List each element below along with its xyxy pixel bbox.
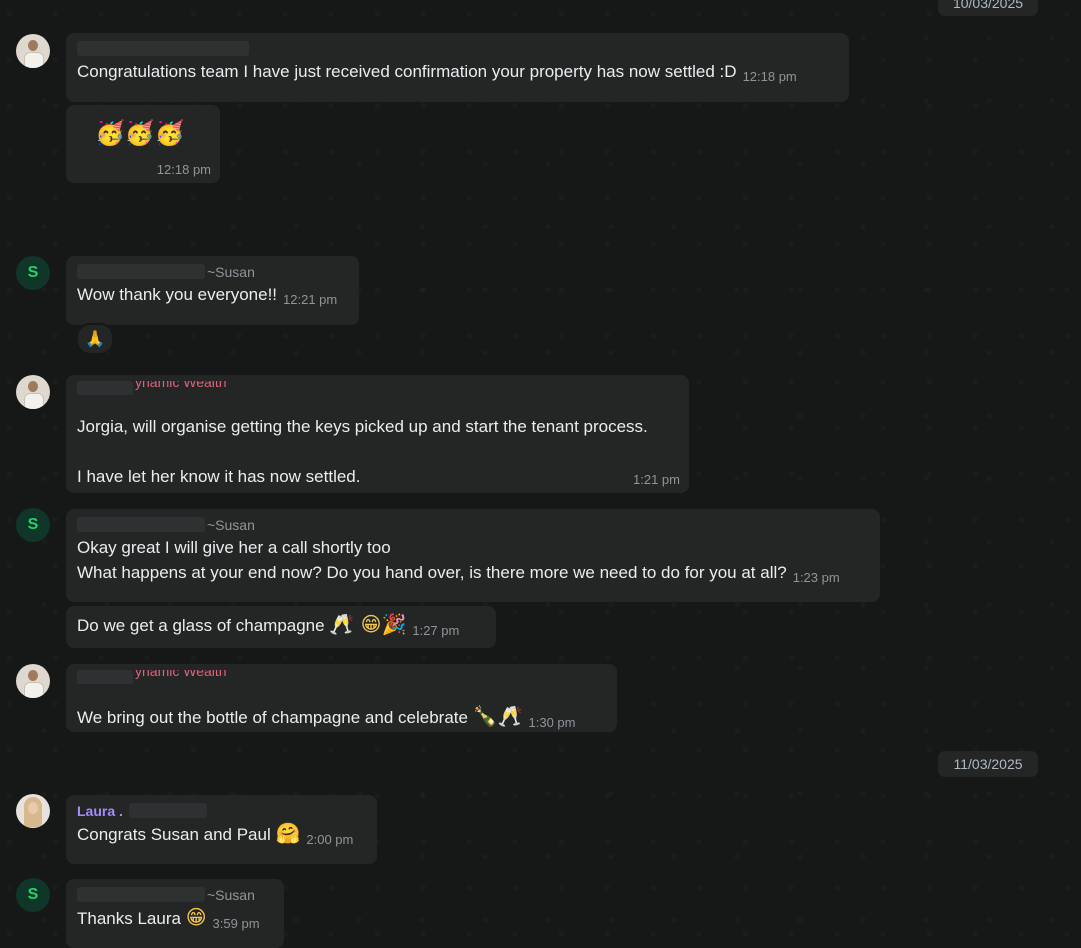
date-separator-top: 10/03/2025	[938, 0, 1038, 16]
redacted-sender-phone	[77, 887, 205, 902]
sender-name-fragment: ynamic Wealth	[135, 381, 227, 390]
message-text-line-1: Okay great I will give her a call shortl…	[77, 538, 391, 557]
sender-row: ~Susan	[77, 885, 275, 905]
sender-avatar[interactable]	[16, 375, 50, 409]
redacted-sender-name	[77, 670, 133, 684]
message-bubble-m9[interactable]: ~Susan Thanks Laura 😁 3:59 pm	[66, 879, 284, 948]
message-time: 12:18 pm	[742, 69, 797, 84]
message-time: 12:18 pm	[156, 162, 211, 177]
message-bubble-m6[interactable]: Do we get a glass of champagne 🥂 😁🎉 1:27 …	[66, 606, 496, 648]
date-separator: 11/03/2025	[938, 751, 1038, 777]
sender-name: ~Susan	[207, 517, 255, 533]
redacted-sender-surname	[129, 803, 207, 818]
message-text: Wow thank you everyone!! 12:21 pm	[77, 285, 338, 307]
message-text: Thanks Laura 😁 3:59 pm	[77, 905, 260, 931]
sender-name-fragment: ynamic Wealth	[135, 670, 227, 679]
redacted-sender-name	[77, 381, 133, 395]
sender-avatar-s[interactable]: S	[16, 256, 50, 290]
sender-avatar-laura[interactable]	[16, 794, 50, 828]
message-bubble-m7[interactable]: ynamic Wealth We bring out the bottle of…	[66, 664, 617, 732]
avatar-head	[28, 381, 38, 392]
message-time: 1:30 pm	[528, 715, 576, 730]
message-bubble-m2[interactable]: 🥳🥳🥳 12:18 pm	[66, 105, 220, 183]
sender-row: ~Susan	[77, 262, 350, 282]
sender-avatar-s[interactable]: S	[16, 878, 50, 912]
emoji-row: 🥳🥳🥳	[77, 111, 211, 147]
avatar-body	[24, 393, 44, 409]
sender-row: ynamic Wealth	[77, 381, 680, 395]
pray-emoji: 🙏	[85, 329, 105, 348]
champagne-emoji: 🥂 😁🎉	[329, 612, 407, 636]
message-time: 3:59 pm	[212, 916, 260, 931]
sender-avatar[interactable]	[16, 664, 50, 698]
redacted-sender-name	[77, 41, 249, 56]
message-time: 1:21 pm	[633, 472, 680, 487]
message-text-line-1: Jorgia, will organise getting the keys p…	[77, 417, 648, 436]
avatar-head	[28, 40, 38, 51]
sender-avatar[interactable]	[16, 34, 50, 68]
message-bubble-m1[interactable]: Congratulations team I have just receive…	[66, 33, 849, 102]
sender-row: ynamic Wealth	[77, 670, 608, 684]
message-time: 1:27 pm	[412, 623, 460, 638]
hug-emoji: 🤗	[275, 821, 301, 845]
message-bubble-m5[interactable]: ~Susan Okay great I will give her a call…	[66, 509, 880, 602]
message-bubble-m8[interactable]: Laura . Congrats Susan and Paul 🤗 2:00 pm	[66, 795, 377, 864]
reaction-badge[interactable]: 🙏	[76, 323, 114, 355]
message-text: Congrats Susan and Paul 🤗 2:00 pm	[77, 821, 354, 847]
sender-name[interactable]: Laura .	[77, 803, 123, 819]
avatar-face	[28, 802, 38, 814]
bottle-emoji: 🍾🥂	[472, 704, 523, 728]
message-bubble-m3[interactable]: ~Susan Wow thank you everyone!! 12:21 pm	[66, 256, 359, 325]
grin-emoji: 😁	[185, 905, 207, 929]
message-time: 12:21 pm	[283, 292, 338, 307]
sender-row	[77, 39, 840, 59]
sender-row: Laura .	[77, 801, 368, 821]
redacted-sender-phone	[77, 517, 205, 532]
message-text: Congratulations team I have just receive…	[77, 62, 797, 84]
message-text-line-2: What happens at your end now? Do you han…	[77, 563, 840, 585]
message-time: 2:00 pm	[306, 832, 354, 847]
redacted-sender-phone	[77, 264, 205, 279]
avatar-head	[28, 670, 38, 681]
message-text: We bring out the bottle of champagne and…	[77, 704, 576, 730]
message-bubble-m4[interactable]: ynamic Wealth Jorgia, will organise gett…	[66, 375, 689, 493]
sender-name: ~Susan	[207, 264, 255, 280]
message-text: Do we get a glass of champagne 🥂 😁🎉 1:27 …	[77, 612, 460, 638]
avatar-body	[24, 682, 44, 698]
sender-name: ~Susan	[207, 887, 255, 903]
party-face-emoji: 🥳🥳🥳	[95, 119, 185, 147]
message-text-line-2: I have let her know it has now settled.	[77, 467, 361, 486]
sender-avatar-s[interactable]: S	[16, 508, 50, 542]
avatar-body	[24, 52, 44, 68]
sender-row: ~Susan	[77, 515, 871, 535]
message-time: 1:23 pm	[792, 570, 840, 585]
